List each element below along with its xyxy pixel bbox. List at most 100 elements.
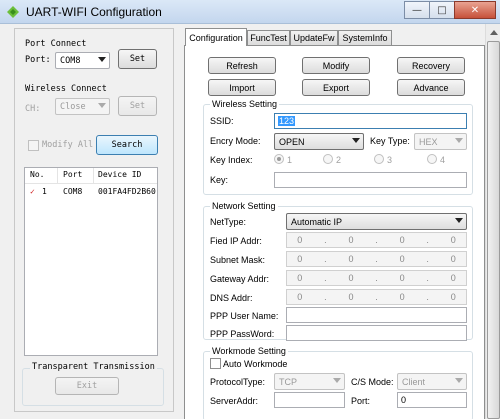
ssid-value: 123 [278, 116, 296, 126]
column-divider[interactable] [93, 168, 94, 184]
modify-button[interactable]: Modify [302, 57, 370, 74]
cs-mode-select[interactable]: Client [397, 373, 467, 390]
column-header-device-id[interactable]: Device ID [98, 170, 141, 179]
scroll-thumb[interactable] [487, 41, 500, 419]
ip-dot: . [426, 254, 429, 264]
ppp-user-label: PPP User Name: [210, 311, 279, 321]
key-index-radio-3[interactable] [374, 154, 384, 164]
ip-dot: . [375, 235, 378, 245]
ip-octet: 0 [297, 254, 303, 264]
ip-octet: 0 [297, 273, 303, 283]
auto-workmode-checkbox[interactable] [210, 358, 221, 369]
vertical-scrollbar[interactable] [485, 24, 500, 419]
subnet-mask-label: Subnet Mask: [210, 255, 266, 265]
close-button[interactable]: ✕ [454, 1, 496, 19]
server-addr-input[interactable] [274, 392, 345, 408]
wireless-set-button[interactable]: Set [118, 96, 157, 116]
tab-configuration[interactable]: Configuration [185, 28, 247, 46]
ssid-input[interactable]: 123 [274, 113, 467, 129]
key-index-option-1: 1 [287, 155, 293, 165]
row-port: COM8 [63, 187, 83, 196]
ip-dot: . [375, 254, 378, 264]
app-logo-icon [7, 6, 19, 18]
ip-dot: . [375, 273, 378, 283]
encry-mode-value: OPEN [279, 137, 305, 147]
maximize-button[interactable]: □ [429, 1, 455, 19]
key-index-option-3: 3 [387, 155, 393, 165]
import-button[interactable]: Import [208, 79, 276, 96]
channel-select-value: Close [60, 102, 86, 112]
ip-octet: 0 [348, 235, 354, 245]
modify-all-checkbox[interactable] [28, 140, 39, 151]
chevron-down-icon [352, 138, 360, 143]
tab-functest[interactable]: FuncTest [247, 30, 290, 45]
scroll-up-icon[interactable] [487, 25, 500, 39]
wireless-connect-title: Wireless Connect [25, 84, 107, 94]
ip-octet: 0 [450, 273, 456, 283]
gateway-label: Gateway Addr: [210, 274, 270, 284]
ch-label: CH: [25, 104, 41, 114]
port-number-input[interactable]: 0 [397, 392, 467, 408]
cs-mode-label: C/S Mode: [351, 377, 394, 387]
ip-octet: 0 [450, 292, 456, 302]
exit-button[interactable]: Exit [55, 377, 119, 395]
dns-label: DNS Addr: [210, 293, 253, 303]
search-button[interactable]: Search [96, 135, 158, 155]
ip-octet: 0 [348, 273, 354, 283]
ssid-label: SSID: [210, 116, 234, 126]
key-type-select[interactable]: HEX [414, 133, 467, 150]
advance-button[interactable]: Advance [397, 79, 465, 96]
column-header-no[interactable]: No. [30, 170, 44, 179]
ip-octet: 0 [399, 254, 405, 264]
ppp-password-input[interactable] [286, 325, 467, 341]
protocol-type-label: ProtocolType: [210, 377, 266, 387]
port-set-button[interactable]: Set [118, 49, 157, 69]
key-index-radio-1[interactable] [274, 154, 284, 164]
port-label: Port: [25, 55, 51, 65]
device-list[interactable]: No. Port Device ID ✓ 1 COM8 001FA4FD2B60 [24, 167, 158, 356]
refresh-button[interactable]: Refresh [208, 57, 276, 74]
ip-octet: 0 [399, 273, 405, 283]
nettype-label: NetType: [210, 217, 247, 227]
gateway-input[interactable]: 0. 0. 0. 0 [286, 270, 467, 286]
ppp-password-label: PPP PassWord: [210, 329, 275, 339]
cs-mode-value: Client [402, 377, 426, 387]
key-type-value: HEX [419, 137, 438, 147]
key-index-radio-4[interactable] [427, 154, 437, 164]
modify-all-label: Modify All [42, 140, 94, 150]
column-header-port[interactable]: Port [63, 170, 82, 179]
subnet-mask-input[interactable]: 0. 0. 0. 0 [286, 251, 467, 267]
protocol-type-value: TCP [279, 377, 297, 387]
network-setting-title: Network Setting [210, 201, 278, 211]
tab-updatefw[interactable]: UpdateFw [290, 30, 338, 45]
table-row[interactable]: ✓ 1 COM8 001FA4FD2B60 [25, 185, 157, 199]
encry-mode-select[interactable]: OPEN [274, 133, 364, 150]
fixed-ip-label: Fied IP Addr: [210, 236, 262, 246]
chevron-down-icon [455, 378, 463, 383]
ip-octet: 0 [348, 254, 354, 264]
port-select[interactable]: COM8 [55, 52, 110, 69]
export-button[interactable]: Export [302, 79, 370, 96]
key-index-option-2: 2 [336, 155, 342, 165]
chevron-down-icon [455, 138, 463, 143]
ppp-user-input[interactable] [286, 307, 467, 323]
window-title: UART-WIFI Configuration [26, 5, 162, 19]
tab-systeminfo[interactable]: SystemInfo [338, 30, 392, 45]
ip-dot: . [324, 235, 327, 245]
channel-select[interactable]: Close [55, 98, 110, 115]
nettype-select[interactable]: Automatic IP [286, 213, 467, 230]
ip-dot: . [324, 273, 327, 283]
dns-input[interactable]: 0. 0. 0. 0 [286, 289, 467, 305]
column-divider[interactable] [57, 168, 58, 184]
chevron-down-icon [333, 378, 341, 383]
key-index-radio-2[interactable] [323, 154, 333, 164]
ip-dot: . [426, 292, 429, 302]
key-index-label: Key Index: [210, 155, 253, 165]
protocol-type-select[interactable]: TCP [274, 373, 345, 390]
ip-dot: . [375, 292, 378, 302]
recovery-button[interactable]: Recovery [397, 57, 465, 74]
fixed-ip-input[interactable]: 0. 0. 0. 0 [286, 232, 467, 248]
minimize-button[interactable]: — [404, 1, 430, 19]
auto-workmode-label: Auto Workmode [223, 359, 288, 369]
key-input[interactable] [274, 172, 467, 188]
